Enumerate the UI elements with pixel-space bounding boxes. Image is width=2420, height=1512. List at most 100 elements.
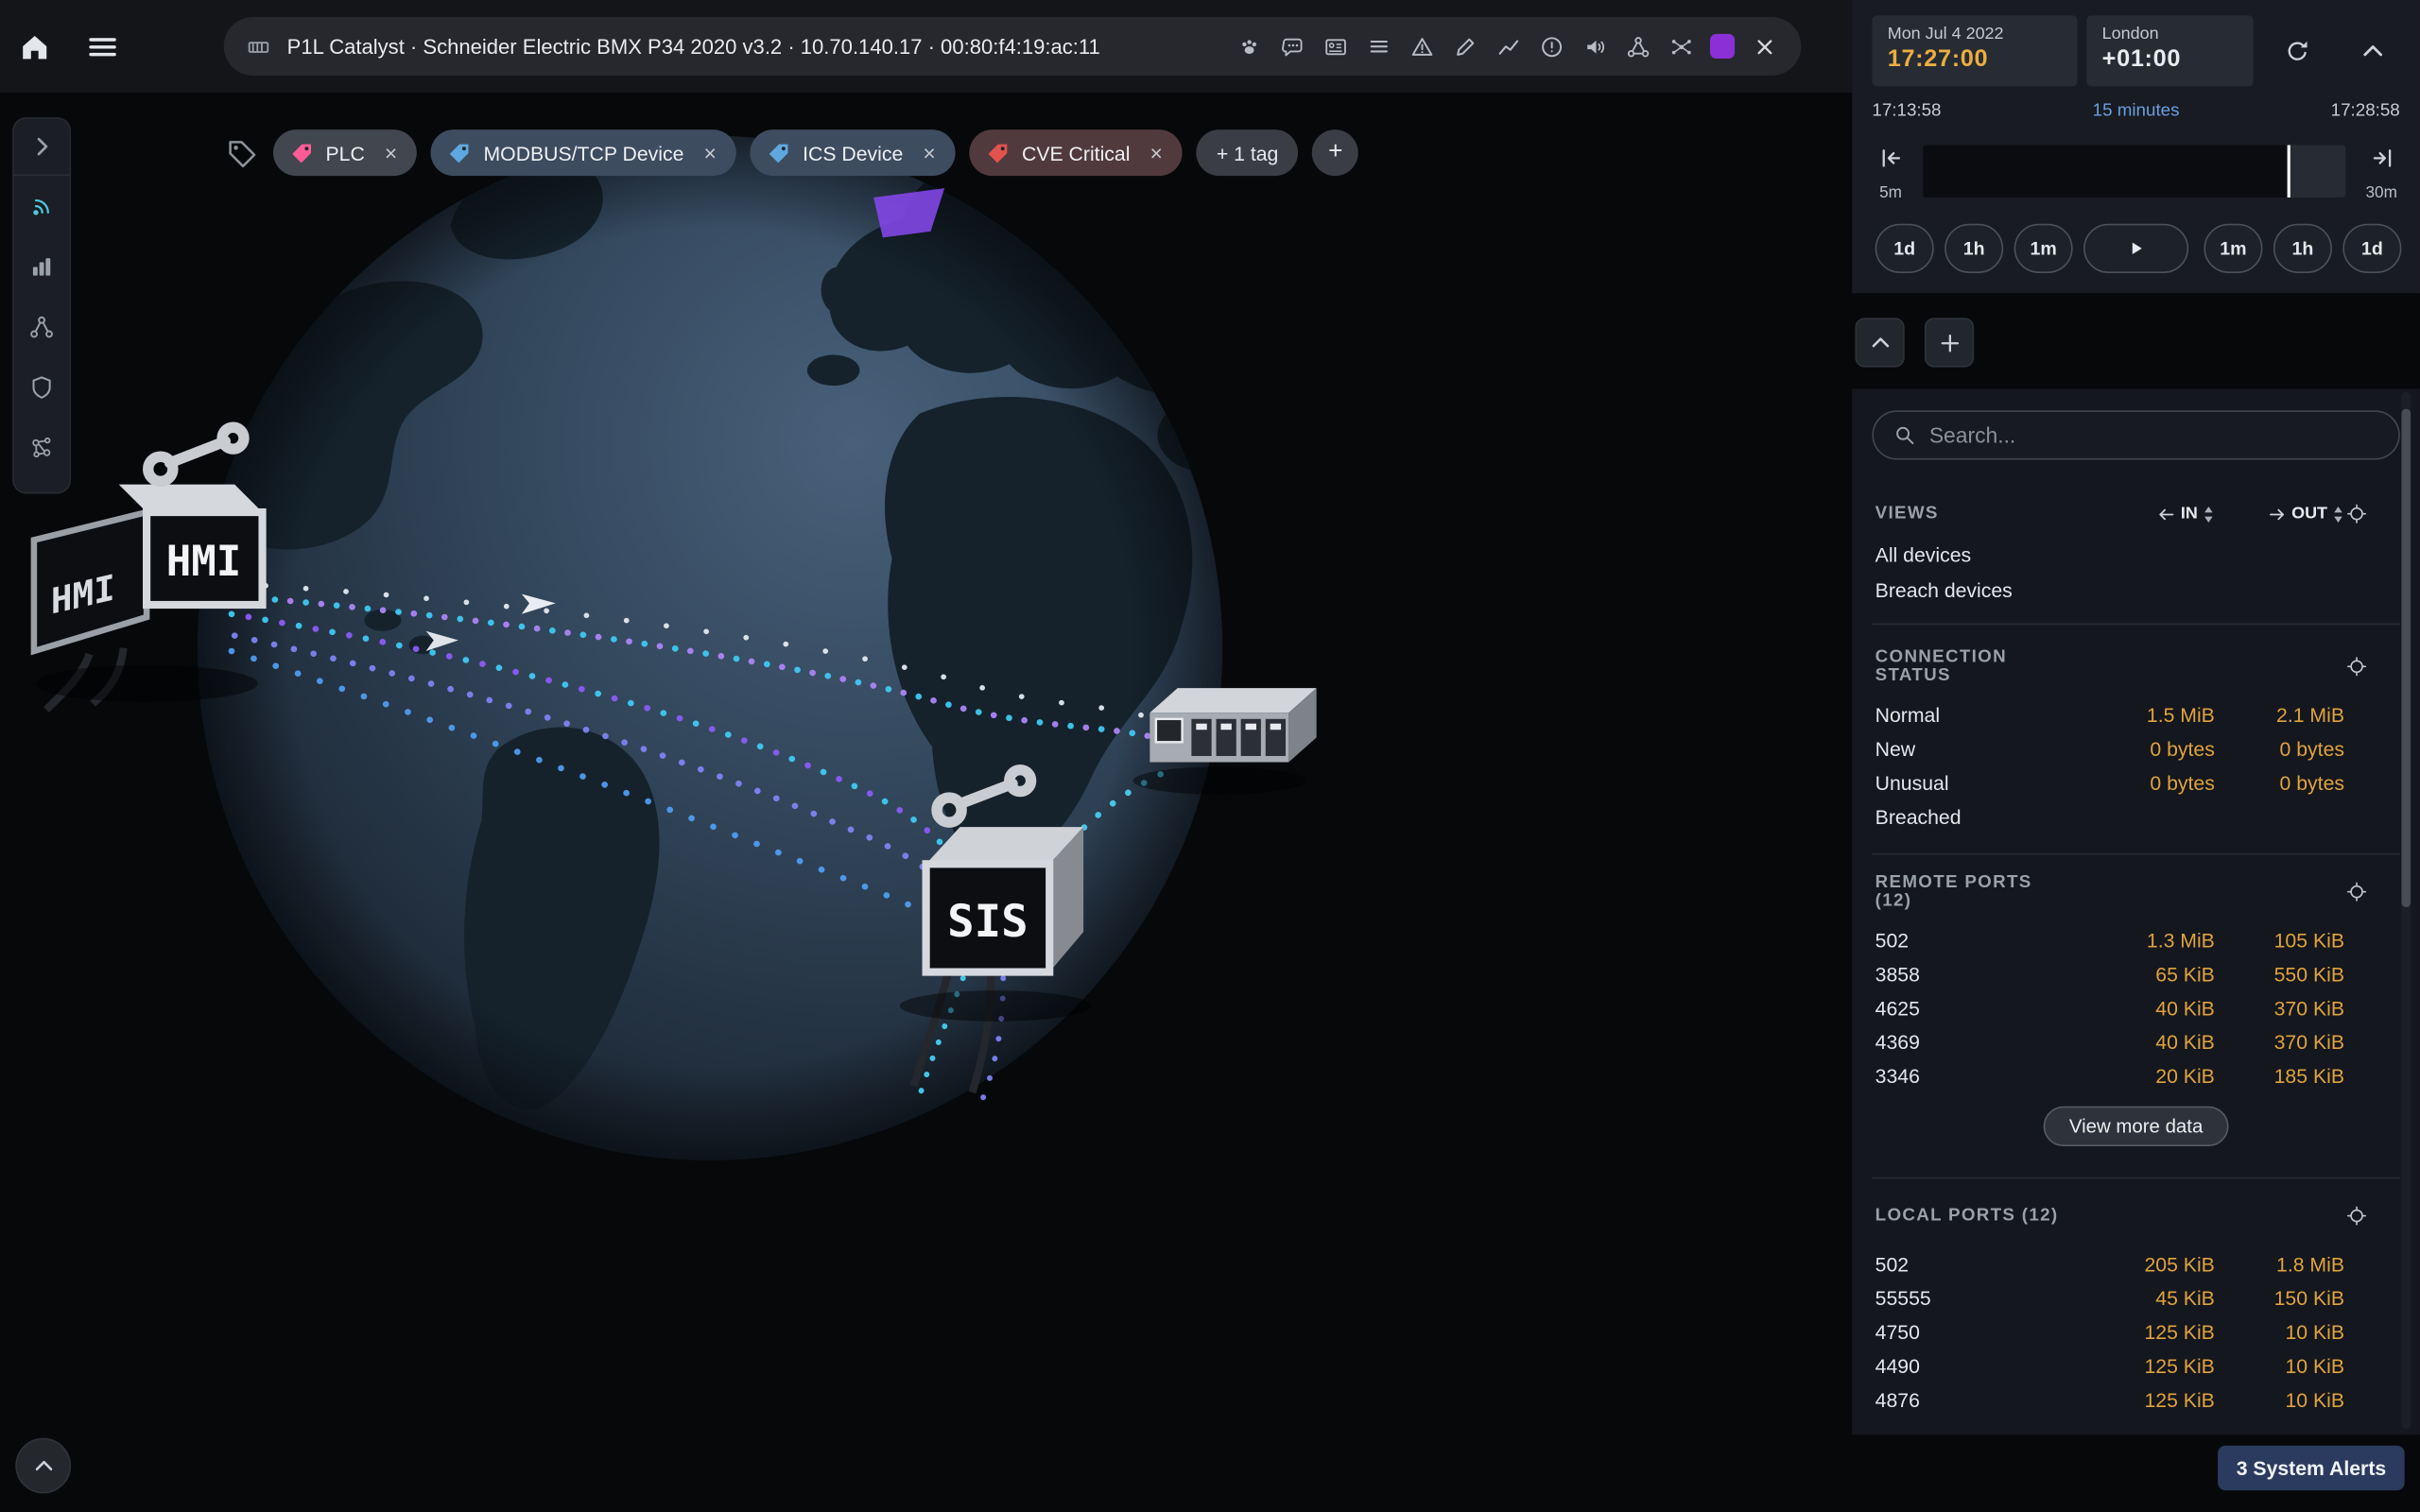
panel-toggles [1855, 318, 1974, 367]
system-alerts-button[interactable]: 3 System Alerts [2218, 1446, 2405, 1490]
tag-ics[interactable]: ICS Device × [751, 129, 956, 176]
port-row[interactable]: 4625 40 KiB 370 KiB [1872, 990, 2399, 1024]
port-row[interactable]: 4876 125 KiB 10 KiB [1872, 1383, 2399, 1417]
value-in: 125 KiB [2073, 1388, 2215, 1411]
divider [1872, 624, 2399, 626]
rail-item-topology[interactable] [14, 296, 70, 356]
collapse-timeline-button[interactable] [2354, 32, 2391, 69]
timeline-scrubber[interactable] [1923, 145, 2345, 198]
view-all-devices[interactable]: All devices [1872, 537, 2399, 573]
timezone-box[interactable]: London +01:00 [2086, 15, 2253, 86]
tag-remove-button[interactable]: × [1142, 139, 1169, 166]
rail-item-analytics[interactable] [14, 236, 70, 297]
row-label: Breached [1876, 804, 2073, 827]
current-date: Mon Jul 4 2022 [1888, 25, 2062, 43]
port-number: 4750 [1876, 1320, 2073, 1343]
chart-icon[interactable] [1490, 27, 1527, 64]
rail-item-cluster[interactable] [14, 417, 70, 477]
device-plc-rack[interactable] [1132, 688, 1316, 795]
device-label: HMI [166, 538, 242, 586]
audio-icon[interactable] [1576, 27, 1613, 64]
arrow-left-icon [2156, 504, 2176, 524]
tag-modbus[interactable]: MODBUS/TCP Device × [431, 129, 736, 176]
tag-remove-button[interactable]: × [377, 139, 405, 166]
play-button[interactable] [2083, 224, 2188, 273]
tag-cve[interactable]: CVE Critical × [970, 129, 1183, 176]
connection-row[interactable]: Unusual 0 bytes 0 bytes [1872, 765, 2399, 799]
sort-out-button[interactable]: OUT [2215, 504, 2344, 524]
crosshair-icon [2344, 502, 2369, 526]
cluster-icon[interactable] [1662, 27, 1699, 64]
current-time: 17:27:00 [1888, 46, 2062, 74]
menu-button[interactable] [68, 12, 136, 80]
value-out: 1.8 MiB [2215, 1252, 2344, 1275]
port-row[interactable]: 4750 125 KiB 10 KiB [1872, 1314, 2399, 1349]
panel-scrollbar-thumb[interactable] [2401, 409, 2411, 907]
locate-connections-button[interactable] [2344, 654, 2369, 679]
bottom-expand-button[interactable] [15, 1438, 71, 1494]
rail-item-live-signal[interactable] [14, 176, 70, 236]
view-breach-devices[interactable]: Breach devices [1872, 573, 2399, 609]
list-icon[interactable] [1359, 27, 1396, 64]
warning-icon[interactable] [1403, 27, 1440, 64]
color-swatch[interactable] [1710, 34, 1735, 59]
sort-in-button[interactable]: IN [2073, 504, 2215, 524]
port-row[interactable]: 55555 45 KiB 150 KiB [1872, 1280, 2399, 1314]
port-row[interactable]: 4490 125 KiB 10 KiB [1872, 1349, 2399, 1383]
port-row[interactable]: 502 1.3 MiB 105 KiB [1872, 922, 2399, 956]
close-icon[interactable] [1746, 27, 1783, 64]
locate-views-button[interactable] [2344, 502, 2369, 526]
tag-remove-button[interactable]: × [915, 139, 942, 166]
step-fwd-1m-button[interactable]: 1m [2204, 224, 2262, 273]
pencil-icon[interactable] [1446, 27, 1483, 64]
add-tag-button[interactable]: + [1312, 129, 1358, 176]
paw-icon[interactable] [1230, 27, 1267, 64]
port-row[interactable]: 4369 40 KiB 370 KiB [1872, 1024, 2399, 1058]
step-back-1h-button[interactable]: 1h [1945, 224, 2003, 273]
port-row[interactable]: 3346 20 KiB 185 KiB [1872, 1058, 2399, 1092]
locate-remote-ports-button[interactable] [2344, 880, 2369, 904]
more-tags-button[interactable]: + 1 tag [1197, 129, 1299, 176]
tag-remove-button[interactable]: × [696, 139, 723, 166]
step-back-1d-button[interactable]: 1d [1876, 224, 1934, 273]
value-in: 65 KiB [2073, 962, 2215, 985]
sort-icon [2203, 504, 2215, 524]
port-number: 4876 [1876, 1388, 2073, 1411]
step-back-1m-button[interactable]: 1m [2014, 224, 2073, 273]
device-title-pill[interactable]: P1L Catalyst · Schneider Electric BMX P3… [224, 17, 1802, 76]
alert-icon[interactable] [1532, 27, 1569, 64]
step-fwd-1d-button[interactable]: 1d [2342, 224, 2401, 273]
timeline-playhead[interactable] [2288, 145, 2290, 198]
expand-sidebar-button[interactable] [14, 119, 70, 176]
network-icon[interactable] [1619, 27, 1656, 64]
search-box[interactable] [1872, 410, 2399, 459]
tag-plc[interactable]: PLC × [273, 129, 417, 176]
step-fwd-1h-button[interactable]: 1h [2273, 224, 2332, 273]
connection-row[interactable]: New 0 bytes 0 bytes [1872, 731, 2399, 765]
value-out: 0 bytes [2215, 771, 2344, 794]
timezone-offset: +01:00 [2102, 46, 2238, 74]
port-row[interactable]: 502 205 KiB 1.8 MiB [1872, 1246, 2399, 1280]
view-more-data-button[interactable]: View more data [2043, 1107, 2229, 1146]
connection-row[interactable]: Breached [1872, 799, 2399, 833]
chat-icon[interactable] [1273, 27, 1310, 64]
collapse-panel-button[interactable] [1855, 318, 1904, 367]
jump-back-button[interactable]: 5m [1869, 145, 1912, 201]
tag-label: CVE Critical [1022, 141, 1130, 163]
locate-local-ports-button[interactable] [2344, 1203, 2369, 1228]
id-card-icon[interactable] [1317, 27, 1354, 64]
connection-row[interactable]: Normal 1.5 MiB 2.1 MiB [1872, 697, 2399, 731]
add-panel-button[interactable] [1925, 318, 1974, 367]
rail-item-security[interactable] [14, 356, 70, 417]
search-icon [1893, 422, 1917, 447]
current-datetime[interactable]: Mon Jul 4 2022 17:27:00 [1872, 15, 2077, 86]
pill-toolbar [1230, 27, 1782, 64]
refresh-button[interactable] [2278, 32, 2315, 69]
search-input[interactable] [1929, 422, 2380, 447]
port-row[interactable]: 3858 65 KiB 550 KiB [1872, 956, 2399, 990]
play-icon [2125, 237, 2147, 259]
home-button[interactable] [0, 12, 68, 80]
arrow-right-icon [2267, 504, 2287, 524]
jump-forward-button[interactable]: 30m [2360, 145, 2403, 201]
value-in: 20 KiB [2073, 1064, 2215, 1087]
